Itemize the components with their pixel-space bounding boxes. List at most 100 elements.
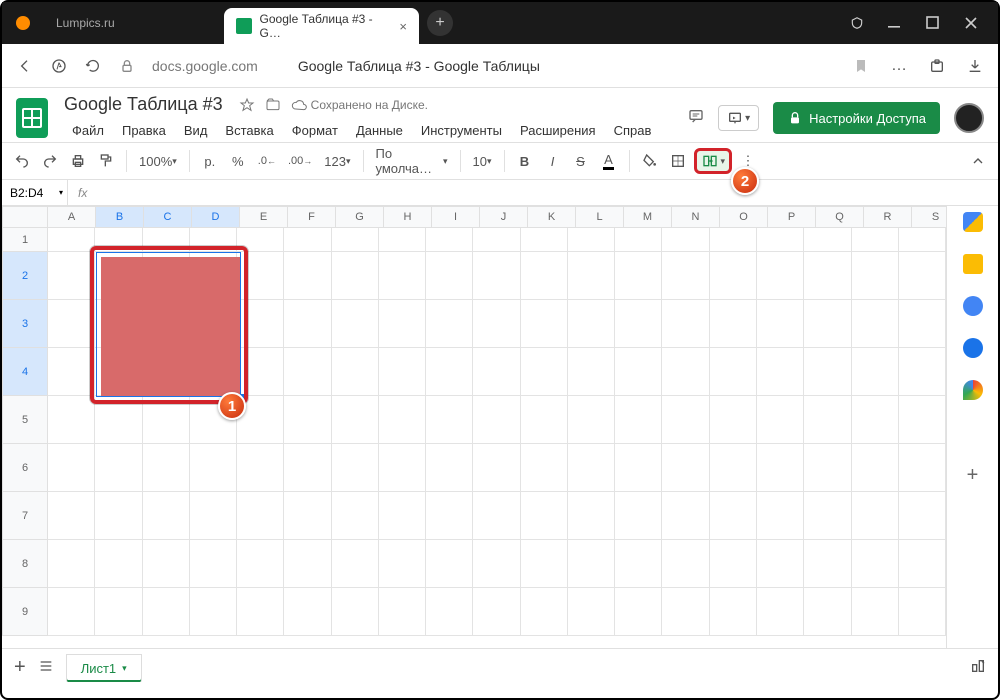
cell[interactable] — [426, 588, 473, 636]
cell[interactable] — [332, 540, 379, 588]
col-header[interactable]: L — [576, 206, 624, 228]
cell[interactable] — [615, 348, 662, 396]
cell[interactable] — [662, 396, 709, 444]
cell[interactable] — [568, 588, 615, 636]
all-sheets-button[interactable] — [38, 658, 54, 677]
col-header[interactable]: C — [144, 206, 192, 228]
cell[interactable] — [473, 348, 520, 396]
row-header[interactable]: 7 — [2, 492, 48, 540]
cell[interactable] — [95, 588, 142, 636]
cell[interactable] — [143, 540, 190, 588]
col-header[interactable]: I — [432, 206, 480, 228]
move-icon[interactable] — [265, 97, 281, 113]
cell[interactable] — [143, 588, 190, 636]
cell[interactable] — [521, 444, 568, 492]
cell[interactable] — [379, 396, 426, 444]
col-header[interactable]: N — [672, 206, 720, 228]
cell[interactable] — [568, 492, 615, 540]
cell[interactable] — [899, 588, 946, 636]
cell[interactable] — [426, 540, 473, 588]
cell[interactable] — [852, 252, 899, 300]
cell[interactable] — [473, 228, 520, 252]
close-window-icon[interactable] — [964, 16, 978, 30]
cell[interactable] — [899, 396, 946, 444]
row-header[interactable]: 8 — [2, 540, 48, 588]
cell[interactable] — [804, 228, 851, 252]
cell[interactable] — [190, 492, 237, 540]
cell[interactable] — [332, 348, 379, 396]
cell[interactable] — [284, 252, 331, 300]
cell[interactable] — [662, 348, 709, 396]
cell[interactable] — [473, 396, 520, 444]
cell[interactable] — [284, 540, 331, 588]
cell[interactable] — [426, 348, 473, 396]
increase-decimal-button[interactable]: .00→ — [284, 148, 316, 174]
cell[interactable] — [804, 588, 851, 636]
cell[interactable] — [568, 228, 615, 252]
number-format-button[interactable]: 123▾ — [320, 148, 354, 174]
cell[interactable] — [284, 300, 331, 348]
url-text[interactable]: docs.google.com — [152, 58, 258, 74]
account-avatar[interactable] — [954, 103, 984, 133]
col-header[interactable]: S — [912, 206, 946, 228]
cell[interactable] — [852, 492, 899, 540]
cell[interactable] — [852, 444, 899, 492]
cell[interactable] — [473, 252, 520, 300]
close-tab-icon[interactable]: × — [393, 19, 407, 34]
paint-format-button[interactable] — [94, 148, 118, 174]
cell[interactable] — [284, 444, 331, 492]
col-header[interactable]: Q — [816, 206, 864, 228]
cell[interactable] — [899, 540, 946, 588]
cell[interactable] — [615, 396, 662, 444]
cell[interactable] — [852, 348, 899, 396]
cell[interactable] — [710, 492, 757, 540]
cell[interactable] — [473, 492, 520, 540]
name-box[interactable]: B2:D4▾ — [2, 180, 68, 205]
decrease-decimal-button[interactable]: .0← — [254, 148, 280, 174]
cell[interactable] — [379, 492, 426, 540]
cell[interactable] — [710, 444, 757, 492]
cell[interactable] — [237, 492, 284, 540]
italic-button[interactable]: I — [541, 148, 565, 174]
cell[interactable] — [48, 396, 95, 444]
cell[interactable] — [332, 228, 379, 252]
borders-button[interactable] — [666, 148, 690, 174]
downloads-icon[interactable] — [966, 57, 984, 75]
cell[interactable] — [48, 348, 95, 396]
cell[interactable] — [521, 348, 568, 396]
maximize-icon[interactable] — [926, 16, 940, 30]
col-header[interactable]: G — [336, 206, 384, 228]
cell[interactable] — [899, 444, 946, 492]
col-header[interactable]: R — [864, 206, 912, 228]
cell[interactable] — [662, 228, 709, 252]
star-icon[interactable] — [239, 97, 255, 113]
cell[interactable] — [757, 588, 804, 636]
cell[interactable] — [899, 348, 946, 396]
extensions-icon[interactable] — [928, 57, 946, 75]
cell[interactable] — [48, 588, 95, 636]
cell[interactable] — [426, 444, 473, 492]
cell[interactable] — [48, 300, 95, 348]
col-header[interactable]: O — [720, 206, 768, 228]
menu-edit[interactable]: Правка — [114, 119, 174, 142]
cell[interactable] — [568, 444, 615, 492]
cell[interactable] — [662, 588, 709, 636]
cell[interactable] — [426, 228, 473, 252]
cell[interactable] — [710, 252, 757, 300]
cell[interactable] — [615, 588, 662, 636]
cell[interactable] — [804, 540, 851, 588]
cell[interactable] — [662, 300, 709, 348]
cell[interactable] — [615, 444, 662, 492]
doc-title[interactable]: Google Таблица #3 — [64, 94, 223, 115]
menu-tools[interactable]: Инструменты — [413, 119, 510, 142]
cell[interactable] — [48, 492, 95, 540]
cell[interactable] — [852, 540, 899, 588]
cell[interactable] — [615, 492, 662, 540]
cell[interactable] — [473, 300, 520, 348]
cell[interactable] — [662, 492, 709, 540]
cell[interactable] — [379, 348, 426, 396]
row-header[interactable]: 9 — [2, 588, 48, 636]
cell[interactable] — [284, 396, 331, 444]
cell[interactable] — [190, 540, 237, 588]
cell[interactable] — [379, 228, 426, 252]
